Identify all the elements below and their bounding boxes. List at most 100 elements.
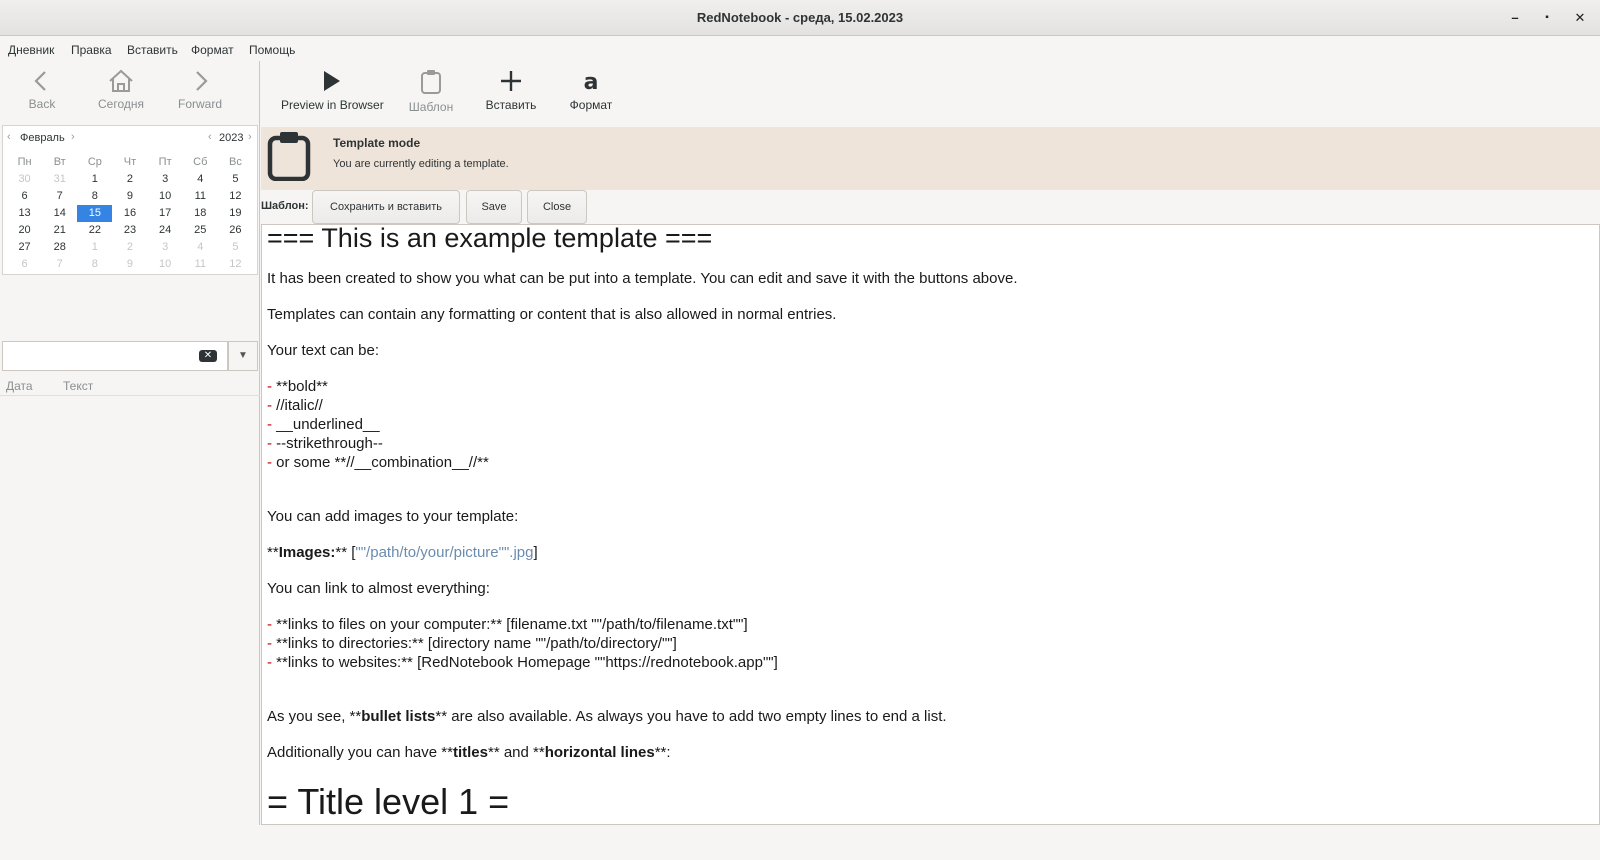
list-item: - __underlined__ bbox=[267, 416, 380, 433]
calendar-day[interactable]: 16 bbox=[112, 205, 147, 222]
template-label: Шаблон: bbox=[261, 200, 309, 212]
calendar-week: 30 31 1 2 3 4 5 bbox=[7, 171, 253, 188]
calendar-day[interactable]: 25 bbox=[183, 222, 218, 239]
calendar-day[interactable]: 21 bbox=[42, 222, 77, 239]
weekday: Чт bbox=[123, 156, 137, 168]
forward-label: Forward bbox=[177, 97, 222, 111]
clear-icon[interactable]: ✕ bbox=[199, 350, 217, 362]
menu-journal[interactable]: Дневник bbox=[8, 43, 54, 57]
calendar-day[interactable]: 22 bbox=[77, 222, 112, 239]
minimize-button[interactable]: – bbox=[1505, 8, 1525, 28]
list-item-text: __underlined__ bbox=[272, 416, 380, 433]
back-button[interactable]: Back bbox=[2, 69, 82, 119]
calendar-day[interactable]: 6 bbox=[7, 188, 42, 205]
bold-text: horizontal lines bbox=[544, 744, 655, 761]
image-link[interactable]: ""/path/to/your/picture"".jpg bbox=[355, 544, 533, 561]
bold-text: bullet lists bbox=[361, 708, 436, 725]
menu-insert[interactable]: Вставить bbox=[127, 43, 178, 57]
calendar-weekdays: Пн Вт Ср Чт Пт Сб Вс bbox=[7, 154, 253, 171]
calendar-day[interactable]: 4 bbox=[183, 171, 218, 188]
list-item-text: --strikethrough-- bbox=[272, 435, 383, 452]
calendar-day[interactable]: 4 bbox=[183, 239, 218, 256]
list-item-text: **links to directories:** [directory nam… bbox=[272, 635, 677, 652]
calendar-day[interactable]: 28 bbox=[42, 239, 77, 256]
calendar-day[interactable]: 31 bbox=[42, 171, 77, 188]
today-button[interactable]: Сегодня bbox=[81, 69, 161, 119]
next-month-icon[interactable]: › bbox=[71, 131, 75, 143]
calendar-day[interactable]: 26 bbox=[218, 222, 253, 239]
calendar-day[interactable]: 5 bbox=[218, 171, 253, 188]
calendar-day[interactable]: 19 bbox=[218, 205, 253, 222]
calendar-day[interactable]: 8 bbox=[77, 256, 112, 273]
calendar-day[interactable]: 12 bbox=[218, 256, 253, 273]
calendar-day[interactable]: 14 bbox=[42, 205, 77, 222]
calendar-day[interactable]: 2 bbox=[112, 171, 147, 188]
search-input[interactable]: ✕ bbox=[2, 341, 228, 371]
calendar-day[interactable]: 5 bbox=[218, 239, 253, 256]
template-button[interactable]: Шаблон bbox=[399, 69, 463, 114]
list-item: - //italic// bbox=[267, 397, 323, 414]
calendar-day[interactable]: 23 bbox=[112, 222, 147, 239]
format-button[interactable]: a Формат bbox=[559, 69, 623, 112]
column-text[interactable]: Текст bbox=[63, 379, 93, 393]
markup: ** [ bbox=[335, 544, 356, 561]
calendar-day[interactable]: 3 bbox=[148, 239, 183, 256]
list-item: - or some **//__combination__//** bbox=[267, 454, 489, 471]
calendar-day[interactable]: 7 bbox=[42, 256, 77, 273]
calendar-day[interactable]: 24 bbox=[148, 222, 183, 239]
calendar-year: 2023 bbox=[219, 132, 244, 144]
status-bar bbox=[0, 825, 1600, 860]
weekday: Сб bbox=[193, 156, 208, 168]
calendar-day[interactable]: 1 bbox=[77, 171, 112, 188]
calendar-day[interactable]: 9 bbox=[112, 256, 147, 273]
forward-button[interactable]: Forward bbox=[160, 69, 240, 119]
calendar-day[interactable]: 27 bbox=[7, 239, 42, 256]
editor-line: Templates can contain any formatting or … bbox=[267, 306, 837, 323]
calendar-week: 20 21 22 23 24 25 26 bbox=[7, 222, 253, 239]
calendar[interactable]: ‹ Февраль › ‹ 2023 › Пн Вт Ср Чт Пт Сб В… bbox=[2, 125, 258, 275]
calendar-day[interactable]: 20 bbox=[7, 222, 42, 239]
format-label: Формат bbox=[569, 98, 613, 112]
calendar-day[interactable]: 2 bbox=[112, 239, 147, 256]
arrow-left-icon bbox=[34, 71, 46, 91]
list-item: - **bold** bbox=[267, 378, 328, 395]
calendar-day[interactable]: 7 bbox=[42, 188, 77, 205]
calendar-day[interactable]: 10 bbox=[148, 256, 183, 273]
plus-icon bbox=[501, 71, 521, 91]
calendar-day[interactable]: 30 bbox=[7, 171, 42, 188]
prev-year-icon[interactable]: ‹ bbox=[208, 131, 212, 143]
maximize-button[interactable]: ▪ bbox=[1537, 8, 1557, 28]
calendar-day[interactable]: 9 bbox=[112, 188, 147, 205]
search-dropdown-button[interactable]: ▼ bbox=[228, 341, 258, 371]
calendar-day[interactable]: 3 bbox=[148, 171, 183, 188]
calendar-day[interactable]: 13 bbox=[7, 205, 42, 222]
close-button[interactable]: Close bbox=[527, 190, 587, 224]
weekday: Пт bbox=[158, 156, 172, 168]
menu-edit[interactable]: Правка bbox=[71, 43, 112, 57]
svg-text:a: a bbox=[584, 70, 599, 93]
calendar-day[interactable]: 11 bbox=[183, 188, 218, 205]
calendar-day[interactable]: 12 bbox=[218, 188, 253, 205]
menu-format[interactable]: Формат bbox=[191, 43, 234, 57]
next-year-icon[interactable]: › bbox=[248, 131, 252, 143]
calendar-day[interactable]: 18 bbox=[183, 205, 218, 222]
calendar-day[interactable]: 6 bbox=[7, 256, 42, 273]
list-item: - **links to websites:** [RedNotebook Ho… bbox=[267, 654, 778, 671]
save-button[interactable]: Save bbox=[466, 190, 522, 224]
calendar-day[interactable]: 11 bbox=[183, 256, 218, 273]
home-icon bbox=[109, 69, 133, 92]
save-and-insert-button[interactable]: Сохранить и вставить bbox=[312, 190, 460, 224]
calendar-day-selected[interactable]: 15 bbox=[77, 205, 113, 222]
menu-help[interactable]: Помощь bbox=[249, 43, 295, 57]
close-window-button[interactable]: ✕ bbox=[1570, 8, 1590, 28]
calendar-day[interactable]: 1 bbox=[77, 239, 112, 256]
markup: **: bbox=[654, 744, 671, 761]
prev-month-icon[interactable]: ‹ bbox=[7, 131, 11, 143]
calendar-day[interactable]: 8 bbox=[77, 188, 112, 205]
calendar-day[interactable]: 10 bbox=[148, 188, 183, 205]
calendar-day[interactable]: 17 bbox=[148, 205, 183, 222]
insert-button[interactable]: Вставить bbox=[479, 69, 543, 112]
preview-button[interactable]: Preview in Browser bbox=[281, 69, 384, 112]
column-date[interactable]: Дата bbox=[6, 379, 33, 393]
template-editor[interactable]: === This is an example template === It h… bbox=[261, 224, 1600, 825]
